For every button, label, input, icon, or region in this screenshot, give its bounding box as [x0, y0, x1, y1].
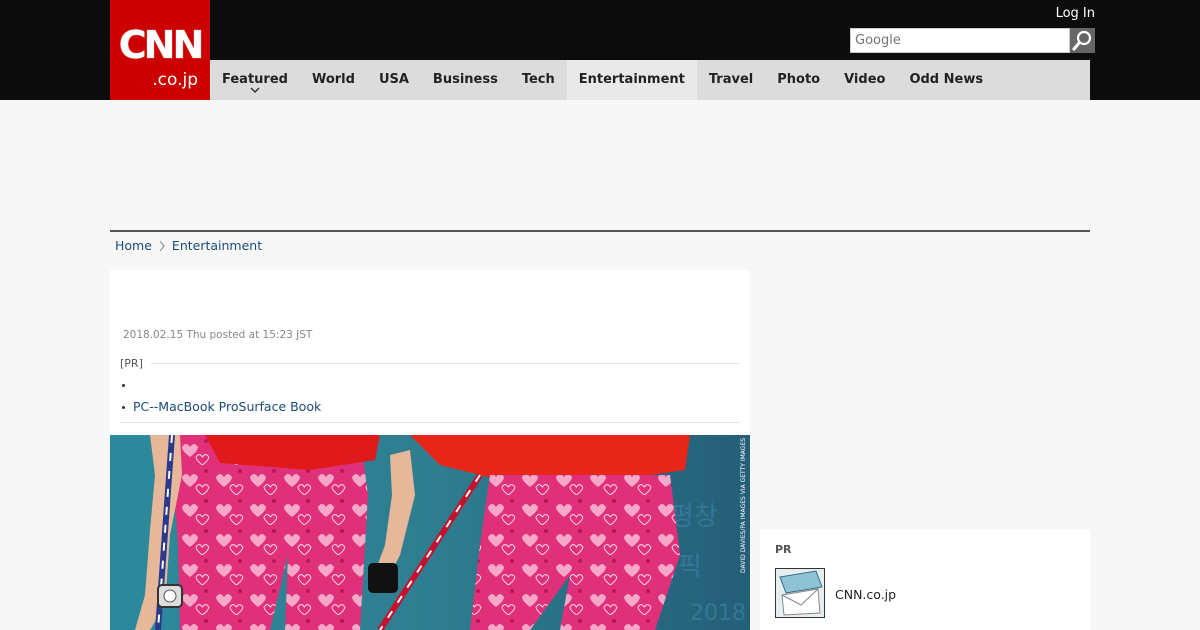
pr-divider: [150, 363, 740, 364]
nav-item-video[interactable]: Video: [832, 60, 897, 100]
logo-wordmark: CNN: [118, 23, 205, 67]
article-card: 2018.02.15 Thu posted at 15:23 JST [PR] …: [110, 270, 750, 630]
breadcrumb-section-link[interactable]: Entertainment: [172, 238, 262, 253]
pr-header: [PR]: [120, 357, 740, 370]
search-icon: [1072, 30, 1092, 51]
nav-item-label: Odd News: [909, 72, 984, 87]
nav-item-entertainment[interactable]: Entertainment: [566, 60, 697, 100]
nav-item-label: World: [311, 72, 355, 87]
login-link[interactable]: Log In: [1056, 6, 1095, 21]
search-button[interactable]: [1070, 28, 1095, 53]
breadcrumb-home-link[interactable]: Home: [115, 238, 152, 253]
svg-text:평창: 평창: [670, 502, 718, 532]
breadcrumb: Home Entertainment: [115, 238, 262, 253]
sidebar-pr-widget: PR CNN.co.jp: [760, 530, 1090, 630]
nav-item-tech[interactable]: Tech: [510, 60, 567, 100]
nav-item-label: USA: [378, 72, 409, 87]
pr-divider: [120, 422, 740, 423]
nav-item-photo[interactable]: Photo: [765, 60, 832, 100]
pr-box: [PR] PC--MacBook ProSurface Book: [120, 357, 740, 423]
nav-item-odd-news[interactable]: Odd News: [897, 60, 995, 100]
pr-list: PC--MacBook ProSurface Book: [120, 374, 740, 418]
posted-timestamp: 2018.02.15 Thu posted at 15:23 JST: [123, 329, 313, 341]
logo-domain: .co.jp: [152, 70, 198, 90]
pr-list-item[interactable]: [120, 374, 740, 396]
pr-label: [PR]: [120, 357, 143, 370]
nav-item-label: Travel: [708, 72, 754, 87]
top-bar: CNN .co.jp Log In Featured World USA Bus…: [0, 0, 1200, 100]
nav-item-travel[interactable]: Travel: [697, 60, 765, 100]
nav-item-business[interactable]: Business: [421, 60, 510, 100]
pr-list-item[interactable]: PC--MacBook ProSurface Book: [120, 396, 740, 418]
pr-link[interactable]: PC--MacBook ProSurface Book: [133, 396, 321, 418]
nav-item-label: Tech: [521, 72, 555, 87]
pr-thumbnail[interactable]: [775, 568, 825, 618]
nav-item-featured[interactable]: Featured: [210, 60, 300, 100]
bullet-icon: [122, 405, 125, 409]
nav-item-label: Photo: [777, 72, 821, 87]
pr-item-name[interactable]: CNN.co.jp: [835, 587, 896, 602]
main-nav: Featured World USA Business Tech Enterta…: [210, 60, 1090, 100]
svg-text:2018: 2018: [690, 601, 746, 626]
section-divider: [110, 230, 1090, 232]
sidebar-pr-label: PR: [775, 543, 792, 556]
nav-item-label: Entertainment: [578, 72, 685, 87]
nav-item-world[interactable]: World: [300, 60, 367, 100]
search-input[interactable]: [850, 28, 1070, 53]
article-photo[interactable]: 평창 올림픽 2018: [110, 435, 750, 630]
photo-credit: DAVID DAVIES/PA IMAGES VIA GETTY IMAGES: [740, 437, 747, 573]
chevron-right-icon: [159, 240, 165, 251]
curling-photo: 평창 올림픽 2018: [110, 435, 750, 630]
cnn-logo[interactable]: CNN .co.jp: [110, 0, 210, 100]
nav-item-label: Business: [432, 72, 498, 87]
newsletter-icon: [776, 569, 824, 617]
bullet-icon: [122, 383, 125, 387]
chevron-down-icon: [250, 87, 260, 94]
nav-item-label: Video: [844, 72, 886, 87]
nav-item-usa[interactable]: USA: [367, 60, 421, 100]
